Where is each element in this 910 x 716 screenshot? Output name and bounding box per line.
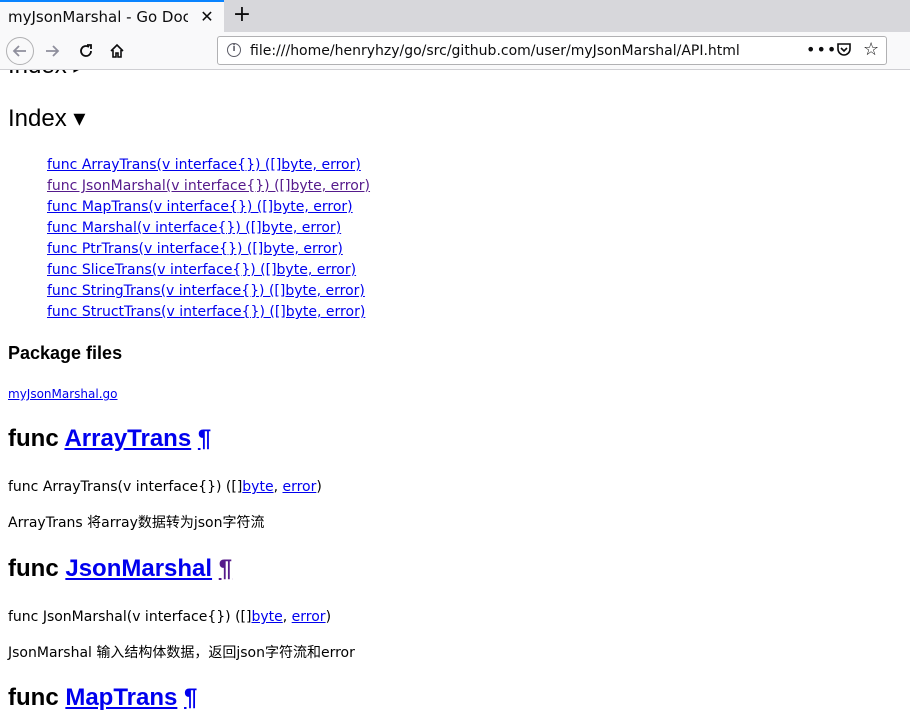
star-icon[interactable]: ☆ bbox=[863, 39, 879, 61]
tab-bar: myJsonMarshal - Go Docume ✕ + bbox=[0, 0, 910, 32]
info-icon[interactable]: i bbox=[227, 43, 241, 57]
permalink-icon[interactable]: ¶ bbox=[184, 684, 197, 711]
signature-text: func ArrayTrans(v interface{}) ([] bbox=[8, 479, 243, 495]
pocket-icon[interactable] bbox=[836, 41, 852, 57]
func-name-link[interactable]: ArrayTrans bbox=[64, 425, 191, 452]
page-actions-icon[interactable]: ••• bbox=[806, 39, 837, 61]
browser-tab[interactable]: myJsonMarshal - Go Docume ✕ bbox=[0, 0, 224, 32]
permalink-icon[interactable]: ¶ bbox=[219, 555, 232, 582]
func-heading-maptrans: func MapTrans ¶ bbox=[8, 684, 197, 712]
index-link[interactable]: func SliceTrans(v interface{}) ([]byte, … bbox=[47, 262, 356, 278]
index-link[interactable]: func StructTrans(v interface{}) ([]byte,… bbox=[47, 304, 365, 320]
func-signature-jsonmarshal: func JsonMarshal(v interface{}) ([]byte,… bbox=[8, 608, 331, 626]
list-item: func SliceTrans(v interface{}) ([]byte, … bbox=[47, 260, 370, 281]
page-content: Index ▸ Index ▾ func ArrayTrans(v interf… bbox=[0, 70, 910, 716]
signature-text: func JsonMarshal(v interface{}) ([] bbox=[8, 609, 252, 625]
func-description-arraytrans: ArrayTrans 将array数据转为json字符流 bbox=[8, 515, 265, 531]
list-item: func MapTrans(v interface{}) ([]byte, er… bbox=[47, 197, 370, 218]
index-link[interactable]: func Marshal(v interface{}) ([]byte, err… bbox=[47, 220, 341, 236]
index-link[interactable]: func StringTrans(v interface{}) ([]byte,… bbox=[47, 283, 365, 299]
package-file-link[interactable]: myJsonMarshal.go bbox=[8, 387, 118, 401]
navigation-toolbar: i file:///home/henryhzy/go/src/github.co… bbox=[0, 32, 910, 70]
index-heading-collapsed[interactable]: Index ▸ bbox=[8, 70, 85, 80]
byte-type-link[interactable]: byte bbox=[242, 479, 273, 495]
func-name-link[interactable]: JsonMarshal bbox=[65, 555, 212, 582]
func-name-link[interactable]: MapTrans bbox=[65, 684, 177, 711]
byte-type-link[interactable]: byte bbox=[251, 609, 282, 625]
index-link[interactable]: func MapTrans(v interface{}) ([]byte, er… bbox=[47, 199, 353, 215]
package-files-heading: Package files bbox=[8, 343, 123, 363]
error-type-link[interactable]: error bbox=[292, 609, 326, 625]
index-link[interactable]: func ArrayTrans(v interface{}) ([]byte, … bbox=[47, 157, 361, 173]
list-item: func Marshal(v interface{}) ([]byte, err… bbox=[47, 218, 370, 239]
index-link[interactable]: func JsonMarshal(v interface{}) ([]byte,… bbox=[47, 178, 370, 194]
list-item: func PtrTrans(v interface{}) ([]byte, er… bbox=[47, 239, 370, 260]
signature-separator: , bbox=[282, 609, 292, 625]
func-heading-arraytrans: func ArrayTrans ¶ bbox=[8, 425, 211, 453]
close-icon[interactable]: ✕ bbox=[198, 8, 216, 26]
url-bar[interactable]: i file:///home/henryhzy/go/src/github.co… bbox=[217, 36, 887, 65]
func-heading-jsonmarshal: func JsonMarshal ¶ bbox=[8, 555, 232, 583]
permalink-icon[interactable]: ¶ bbox=[198, 425, 211, 452]
reload-icon[interactable] bbox=[72, 37, 100, 65]
list-item: func JsonMarshal(v interface{}) ([]byte,… bbox=[47, 176, 370, 197]
error-type-link[interactable]: error bbox=[282, 479, 316, 495]
home-icon[interactable] bbox=[103, 37, 131, 65]
list-item: func StructTrans(v interface{}) ([]byte,… bbox=[47, 302, 370, 323]
index-list: func ArrayTrans(v interface{}) ([]byte, … bbox=[47, 155, 370, 323]
index-heading[interactable]: Index ▾ bbox=[8, 105, 85, 133]
list-item: func StringTrans(v interface{}) ([]byte,… bbox=[47, 281, 370, 302]
signature-suffix: ) bbox=[316, 479, 322, 495]
func-keyword: func bbox=[8, 425, 59, 452]
url-input[interactable]: file:///home/henryhzy/go/src/github.com/… bbox=[250, 41, 740, 61]
back-arrow-icon[interactable] bbox=[6, 37, 34, 65]
new-tab-button[interactable]: + bbox=[230, 2, 254, 30]
forward-arrow-icon[interactable] bbox=[38, 37, 66, 65]
func-signature-arraytrans: func ArrayTrans(v interface{}) ([]byte, … bbox=[8, 478, 322, 496]
package-file-item: myJsonMarshal.go bbox=[8, 386, 118, 402]
list-item: func ArrayTrans(v interface{}) ([]byte, … bbox=[47, 155, 370, 176]
signature-suffix: ) bbox=[325, 609, 332, 625]
index-link[interactable]: func PtrTrans(v interface{}) ([]byte, er… bbox=[47, 241, 343, 257]
func-description-jsonmarshal: JsonMarshal 输入结构体数据，返回json字符流和error bbox=[8, 645, 355, 661]
func-keyword: func bbox=[8, 684, 59, 711]
func-keyword: func bbox=[8, 555, 59, 582]
tab-title: myJsonMarshal - Go Docume bbox=[8, 8, 188, 26]
